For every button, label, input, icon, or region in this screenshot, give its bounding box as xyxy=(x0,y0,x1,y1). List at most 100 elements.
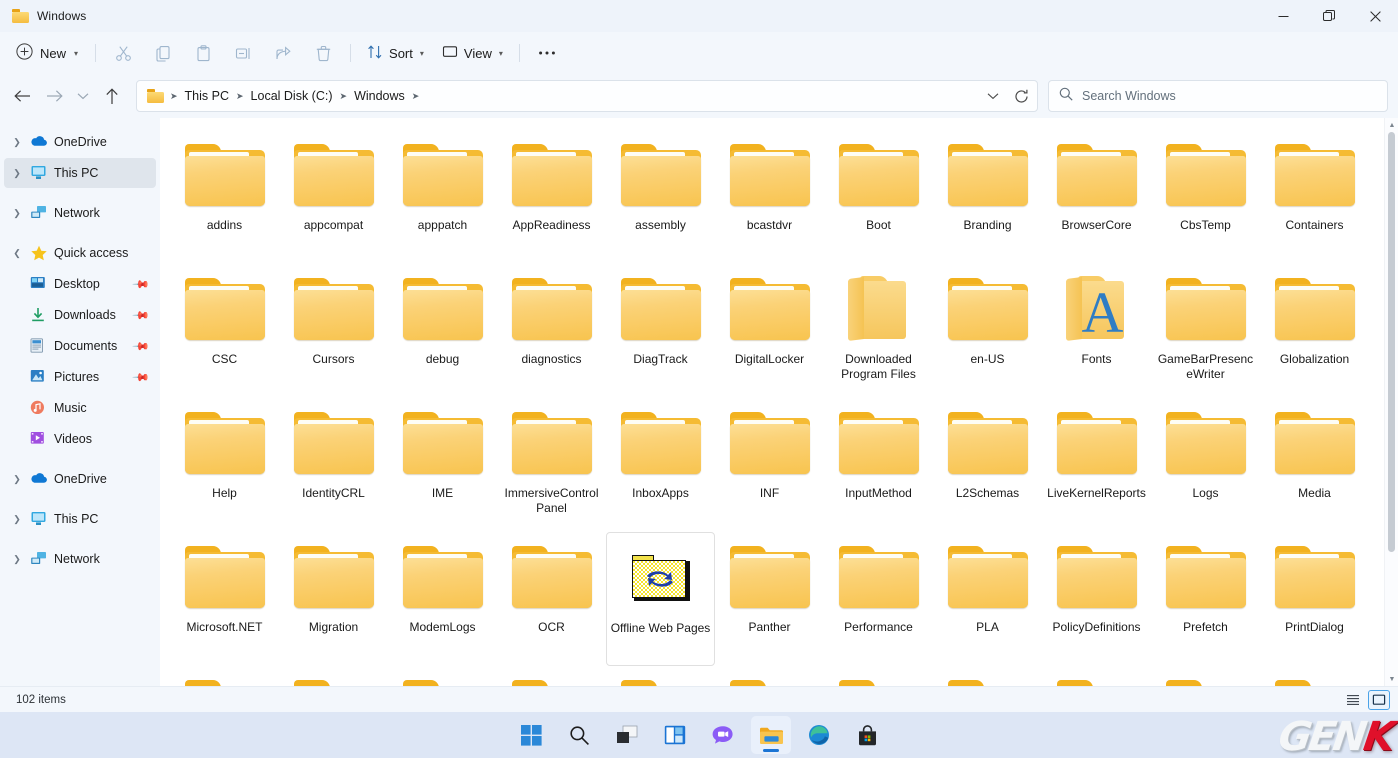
file-item[interactable]: LiveKernelReports xyxy=(1042,398,1151,532)
file-item[interactable]: Migration xyxy=(279,532,388,666)
file-item[interactable]: OCR xyxy=(497,532,606,666)
sidebar-item-network[interactable]: ❯ Network xyxy=(4,198,156,228)
file-item[interactable]: Microsoft.NET xyxy=(170,532,279,666)
search-box[interactable]: Search Windows xyxy=(1048,80,1388,112)
file-item[interactable]: Downloaded Program Files xyxy=(824,264,933,398)
sidebar-item-documents[interactable]: Documents 📌 xyxy=(4,331,156,361)
file-item[interactable]: L2Schemas xyxy=(933,398,1042,532)
file-item[interactable]: IME xyxy=(388,398,497,532)
pin-icon[interactable]: 📌 xyxy=(132,275,151,293)
chat-button[interactable] xyxy=(703,716,743,754)
details-view-button[interactable] xyxy=(1368,689,1390,710)
file-item[interactable]: en-US xyxy=(933,264,1042,398)
file-item[interactable]: addins xyxy=(170,130,279,264)
sort-button[interactable]: Sort ▾ xyxy=(359,38,432,68)
file-item[interactable]: A Fonts xyxy=(1042,264,1151,398)
store-button[interactable] xyxy=(847,716,887,754)
file-item-partial[interactable] xyxy=(1151,666,1260,686)
file-item[interactable]: Boot xyxy=(824,130,933,264)
file-item[interactable]: IdentityCRL xyxy=(279,398,388,532)
file-item[interactable]: assembly xyxy=(606,130,715,264)
file-item[interactable]: INF xyxy=(715,398,824,532)
breadcrumb-this-pc[interactable]: This PC xyxy=(180,85,234,107)
file-item-partial[interactable] xyxy=(824,666,933,686)
sidebar-item-downloads[interactable]: Downloads 📌 xyxy=(4,300,156,330)
file-item[interactable]: Help xyxy=(170,398,279,532)
sidebar-item-onedrive-2[interactable]: ❯ OneDrive xyxy=(4,464,156,494)
refresh-icon[interactable] xyxy=(1007,82,1035,110)
file-item[interactable]: diagnostics xyxy=(497,264,606,398)
pin-icon[interactable]: 📌 xyxy=(132,306,151,324)
sidebar-item-videos[interactable]: Videos xyxy=(4,424,156,454)
up-button[interactable] xyxy=(96,80,128,112)
file-item[interactable]: DigitalLocker xyxy=(715,264,824,398)
file-item[interactable]: Globalization xyxy=(1260,264,1369,398)
file-item[interactable]: ImmersiveControlPanel xyxy=(497,398,606,532)
list-view-button[interactable] xyxy=(1342,690,1364,710)
chevron-right-icon[interactable]: ❯ xyxy=(10,554,24,565)
file-item[interactable]: PrintDialog xyxy=(1260,532,1369,666)
search-button[interactable] xyxy=(559,716,599,754)
file-item-partial[interactable] xyxy=(933,666,1042,686)
widgets-button[interactable] xyxy=(655,716,695,754)
file-item-partial[interactable] xyxy=(1260,666,1369,686)
breadcrumb-windows[interactable]: Windows xyxy=(349,85,410,107)
file-item[interactable]: Logs xyxy=(1151,398,1260,532)
file-item[interactable]: CSC xyxy=(170,264,279,398)
breadcrumb-local-disk[interactable]: Local Disk (C:) xyxy=(246,85,338,107)
maximize-icon[interactable] xyxy=(1306,0,1352,32)
file-item[interactable]: Performance xyxy=(824,532,933,666)
scrollbar-thumb[interactable] xyxy=(1388,132,1395,552)
file-item[interactable]: InboxApps xyxy=(606,398,715,532)
vertical-scrollbar[interactable]: ▲ ▼ xyxy=(1384,118,1398,686)
sidebar-item-onedrive[interactable]: ❯ OneDrive xyxy=(4,127,156,157)
file-item[interactable]: Branding xyxy=(933,130,1042,264)
pin-icon[interactable]: 📌 xyxy=(132,368,151,386)
chevron-right-icon[interactable]: ❯ xyxy=(10,137,24,148)
scroll-down-arrow-icon[interactable]: ▼ xyxy=(1385,672,1398,686)
file-item-partial[interactable] xyxy=(497,666,606,686)
pin-icon[interactable]: 📌 xyxy=(132,337,151,355)
search-input[interactable]: Search Windows xyxy=(1082,89,1176,103)
start-button[interactable] xyxy=(511,716,551,754)
file-item[interactable]: Offline Web Pages xyxy=(606,532,715,666)
rename-button[interactable] xyxy=(224,38,262,68)
file-item[interactable]: appcompat xyxy=(279,130,388,264)
sidebar-item-this-pc[interactable]: ❯ This PC xyxy=(4,158,156,188)
chevron-right-icon[interactable]: ❯ xyxy=(10,514,24,525)
edge-button[interactable] xyxy=(799,716,839,754)
sidebar-item-network-2[interactable]: ❯ Network xyxy=(4,544,156,574)
close-icon[interactable] xyxy=(1352,0,1398,32)
chevron-right-icon[interactable]: ❯ xyxy=(10,168,24,179)
recent-locations-button[interactable] xyxy=(70,80,96,112)
address-bar[interactable]: ➤ This PC ➤ Local Disk (C:) ➤ Windows ➤ xyxy=(136,80,1038,112)
file-item[interactable]: Prefetch xyxy=(1151,532,1260,666)
copy-button[interactable] xyxy=(144,38,182,68)
minimize-button[interactable] xyxy=(1260,0,1306,32)
delete-button[interactable] xyxy=(304,38,342,68)
file-item[interactable]: Containers xyxy=(1260,130,1369,264)
chevron-right-icon[interactable]: ❯ xyxy=(10,474,24,485)
sidebar-item-quick-access[interactable]: ❮ Quick access xyxy=(4,238,156,268)
sidebar-item-desktop[interactable]: Desktop 📌 xyxy=(4,269,156,299)
sidebar-item-pictures[interactable]: Pictures 📌 xyxy=(4,362,156,392)
file-item[interactable]: Media xyxy=(1260,398,1369,532)
file-item-partial[interactable] xyxy=(279,666,388,686)
scroll-up-arrow-icon[interactable]: ▲ xyxy=(1385,118,1398,132)
new-button[interactable]: New ▾ xyxy=(10,38,87,68)
file-item[interactable]: debug xyxy=(388,264,497,398)
file-item[interactable]: ModemLogs xyxy=(388,532,497,666)
file-item[interactable]: Cursors xyxy=(279,264,388,398)
file-item-partial[interactable] xyxy=(388,666,497,686)
file-item[interactable]: bcastdvr xyxy=(715,130,824,264)
chevron-down-icon[interactable]: ❮ xyxy=(10,248,24,259)
file-item[interactable]: InputMethod xyxy=(824,398,933,532)
paste-button[interactable] xyxy=(184,38,222,68)
file-item[interactable]: GameBarPresenceWriter xyxy=(1151,264,1260,398)
file-item-partial[interactable] xyxy=(1042,666,1151,686)
file-item[interactable]: PLA xyxy=(933,532,1042,666)
file-item-partial[interactable] xyxy=(715,666,824,686)
file-item-partial[interactable] xyxy=(170,666,279,686)
file-item[interactable]: Panther xyxy=(715,532,824,666)
sidebar-item-music[interactable]: Music xyxy=(4,393,156,423)
